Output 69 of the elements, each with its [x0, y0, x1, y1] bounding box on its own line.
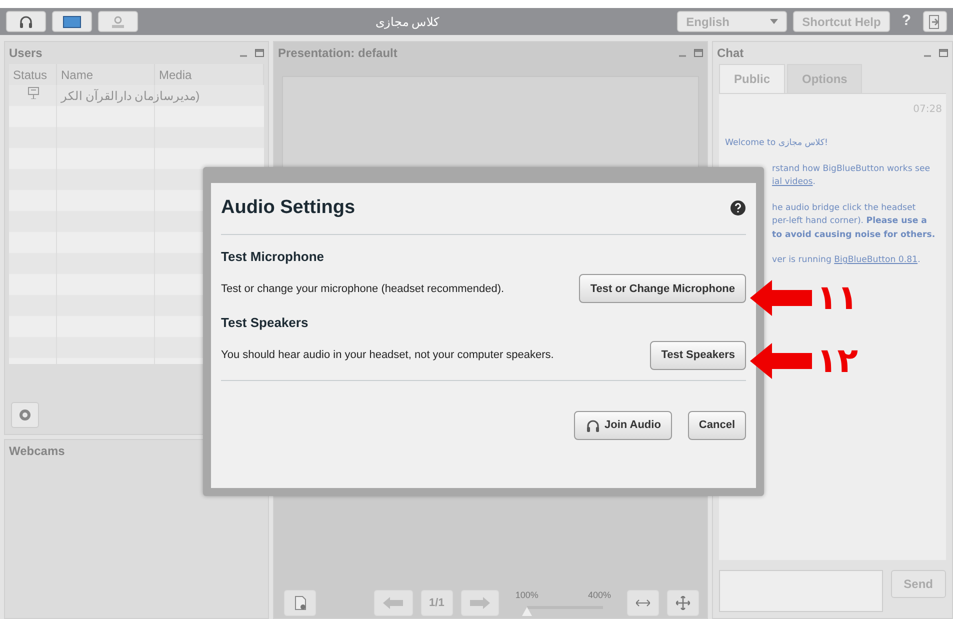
- slider-thumb[interactable]: [522, 607, 532, 616]
- chat-message-text: ver is running: [772, 255, 832, 265]
- cancel-button[interactable]: Cancel: [688, 410, 746, 440]
- help-button[interactable]: ?: [896, 10, 917, 33]
- section-description: You should hear audio in your headset, not your computer speakers.: [221, 348, 554, 364]
- presenter-icon: [28, 87, 38, 99]
- headset-button[interactable]: [6, 11, 46, 32]
- panel-title: Chat: [717, 45, 744, 62]
- window-title: کلاس مجازی: [374, 14, 441, 30]
- headset-icon: [18, 14, 34, 29]
- arrow-right-icon: [470, 597, 490, 609]
- panel-title: Users: [9, 45, 42, 62]
- settings-button[interactable]: [11, 402, 39, 428]
- logout-button[interactable]: [923, 11, 947, 32]
- test-button[interactable]: Test Speakers: [650, 340, 746, 370]
- chat-message-line: he audio bridge click the headset: [772, 202, 917, 214]
- chat-message-line: to avoid causing noise for others.: [772, 228, 936, 242]
- arrow-left-icon: [750, 280, 812, 316]
- monitor-icon: [63, 16, 81, 28]
- chat-link[interactable]: BigBlueButton 0.81: [834, 255, 918, 265]
- chat-message-text: .: [812, 177, 816, 187]
- logout-icon: [929, 14, 941, 28]
- zoom-label: 100%: [515, 588, 538, 602]
- arrow-left-icon: [750, 343, 812, 379]
- chat-message-line: per-left hand corner). Please use a: [772, 215, 928, 228]
- section-heading: Test Speakers: [221, 314, 310, 332]
- annotation-number: ۱۲: [816, 344, 858, 378]
- help-icon[interactable]: [730, 200, 746, 216]
- annotation-number: ۱۱: [816, 281, 858, 315]
- upload-button[interactable]: [284, 590, 316, 616]
- chat-link[interactable]: ial videos: [772, 177, 813, 187]
- arrow-left-icon: [383, 597, 404, 609]
- previous-button[interactable]: [374, 590, 413, 616]
- monitor-button[interactable]: [52, 11, 92, 32]
- maximize-icon[interactable]: [694, 49, 703, 57]
- fit-width-button[interactable]: [627, 590, 659, 616]
- move-icon: [676, 596, 690, 610]
- dialog-title: Audio Settings: [221, 197, 356, 220]
- caret-icon: [770, 19, 778, 24]
- user-name[interactable]: (مدیرسازمان دارالقرآن الکر: [57, 85, 204, 106]
- shortcut-help-button[interactable]: Shortcut Help: [793, 11, 890, 32]
- section-description: Test or change your microphone (headset recommended).: [221, 282, 504, 297]
- join-audio-button[interactable]: Join Audio: [574, 410, 672, 440]
- next-button[interactable]: [460, 590, 500, 616]
- webcam-icon: [111, 15, 125, 28]
- chat-message-line: Welcome to کلاس مجازی!: [725, 137, 829, 150]
- maximize-icon[interactable]: [939, 49, 948, 57]
- test-button[interactable]: Test or Change Microphone: [579, 274, 746, 304]
- column-header[interactable]: Status: [9, 64, 57, 85]
- document-icon: [294, 596, 306, 610]
- headset-icon: [584, 418, 600, 433]
- chat-tab[interactable]: Public: [719, 64, 786, 93]
- chat-message-line: rstand how BigBlueButton works see: [772, 162, 932, 176]
- panel-title: Webcams: [9, 443, 65, 460]
- column-header[interactable]: Name: [57, 64, 155, 85]
- webcam-button[interactable]: [98, 11, 138, 32]
- page-number: 1/1: [420, 590, 453, 616]
- language-dropdown[interactable]: English: [677, 11, 788, 32]
- column-header[interactable]: Media: [155, 64, 264, 85]
- zoom-label: 400%: [588, 588, 611, 602]
- move-button[interactable]: [667, 590, 699, 616]
- settings-icon: [18, 408, 32, 422]
- section-heading: Test Microphone: [221, 248, 326, 266]
- fit-width-icon: [636, 599, 650, 607]
- send-button[interactable]: Send: [890, 570, 946, 598]
- message-input[interactable]: [719, 570, 883, 612]
- maximize-icon[interactable]: [255, 49, 264, 57]
- panel-title: Presentation: default: [278, 45, 398, 62]
- chat-message-text: .: [918, 255, 920, 265]
